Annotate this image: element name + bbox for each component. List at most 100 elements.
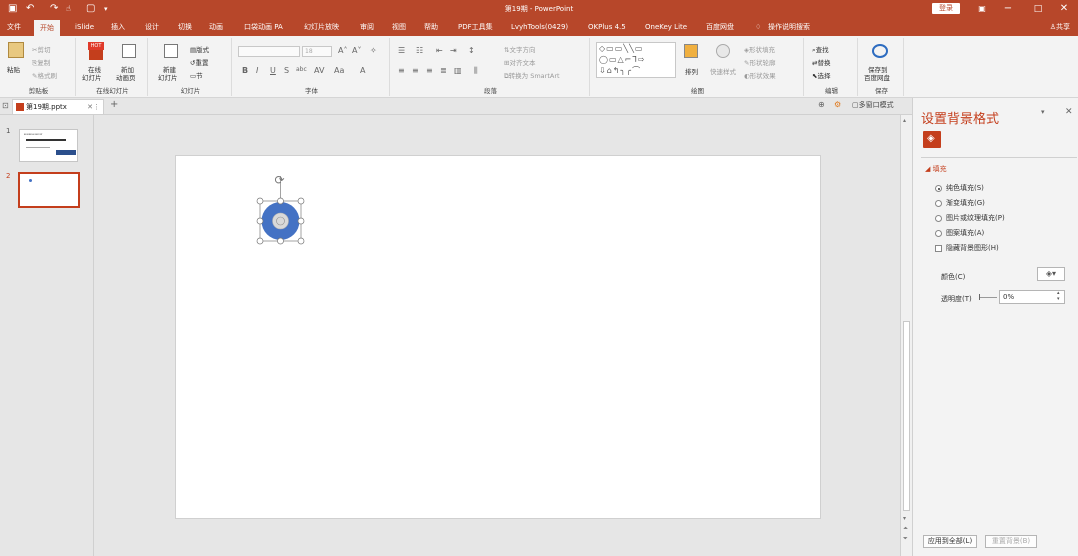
font-color-icon[interactable]: A [360, 66, 365, 75]
decrease-indent-icon[interactable]: ⇤ [436, 46, 443, 55]
tab-lvyhtools[interactable]: LvyhTools(0429) [511, 18, 568, 36]
color-picker-button[interactable]: ◈▾ [1037, 267, 1065, 281]
align-text-button[interactable]: ⊞对齐文本 [504, 57, 535, 67]
numbering-icon[interactable]: ☷ [416, 46, 423, 55]
shrink-font-icon[interactable]: A˅ [352, 46, 361, 55]
slide-thumbnail-2[interactable] [18, 172, 80, 208]
online-slide-icon[interactable] [89, 50, 103, 60]
tab-slideshow[interactable]: 幻灯片放映 [304, 18, 339, 36]
tab-help[interactable]: 帮助 [424, 18, 438, 36]
tab-pdf-tools[interactable]: PDF工具集 [458, 18, 493, 36]
layout-button[interactable]: ▤版式 [190, 44, 209, 54]
tab-islide[interactable]: iSlide [75, 18, 94, 36]
pane-options-icon[interactable]: ▾ [1041, 108, 1045, 116]
reset-button[interactable]: ↺重置 [190, 57, 208, 67]
cut-button[interactable]: ✂剪切 [32, 44, 50, 54]
justify-icon[interactable]: ≣ [440, 66, 447, 75]
char-spacing-icon[interactable]: AV [314, 66, 324, 75]
resize-handle-sw[interactable] [256, 237, 264, 245]
prev-slide-icon[interactable]: ⏶ [903, 525, 908, 533]
scroll-thumb[interactable] [903, 321, 910, 511]
text-direction-button[interactable]: ⇅文字方向 [504, 44, 535, 54]
save-to-label-2[interactable]: 百度网盘 [864, 72, 890, 82]
format-painter-button[interactable]: ✎格式刷 [32, 70, 57, 80]
tab-baidu-netdisk[interactable]: 百度网盘 [706, 18, 734, 36]
selected-shape[interactable]: ⟳ [256, 173, 305, 245]
maximize-icon[interactable]: □ [1026, 0, 1050, 18]
tab-file[interactable]: 文件 [7, 18, 21, 36]
reset-background-button[interactable]: 重置背景(B) [985, 535, 1037, 548]
tell-me-search[interactable]: 操作说明搜索 [768, 18, 810, 36]
radio-picture-fill[interactable] [935, 215, 942, 222]
align-left-icon[interactable]: ≡ [398, 66, 405, 75]
tab-review[interactable]: 审阅 [360, 18, 374, 36]
fill-category-tab[interactable]: ◈ [923, 131, 941, 148]
transparency-input[interactable]: 0% [999, 290, 1065, 304]
scroll-down-icon[interactable]: ▾ [903, 515, 906, 522]
resize-handle-w[interactable] [256, 217, 264, 225]
radio-solid-fill[interactable] [935, 185, 942, 192]
vertical-scrollbar[interactable]: ▴ ▾ ⏶ ⏷ [900, 115, 912, 556]
quick-styles-button[interactable]: 快速样式 [710, 66, 736, 76]
tab-home[interactable]: 开始 [34, 20, 60, 36]
copy-button[interactable]: ⎘复制 [32, 57, 50, 68]
section-button[interactable]: ▭节 [190, 70, 203, 80]
paste-icon[interactable] [8, 42, 24, 58]
close-icon[interactable]: ✕ [1052, 0, 1076, 18]
settings-icon[interactable]: ⚙ [834, 100, 841, 109]
transparency-slider-handle[interactable] [979, 294, 980, 300]
grow-font-icon[interactable]: A˄ [338, 46, 347, 55]
paste-button[interactable]: 粘贴 [7, 64, 20, 74]
shape-effect-button[interactable]: ◐形状效果 [744, 70, 776, 80]
resize-handle-s[interactable] [277, 237, 284, 245]
arrange-button[interactable]: 排列 [685, 66, 698, 76]
new-slide-icon[interactable] [164, 44, 178, 58]
bullets-icon[interactable]: ☰ [398, 46, 405, 55]
pane-close-icon[interactable]: ✕ [1065, 107, 1073, 117]
columns-icon[interactable]: ⫼ [474, 66, 478, 76]
scroll-up-icon[interactable]: ▴ [903, 117, 906, 124]
shadow-icon[interactable]: S [284, 66, 289, 75]
change-case-icon[interactable]: Aa [334, 66, 344, 75]
slide-thumbnail-1[interactable]: BUSINESS REPORT [19, 129, 78, 162]
slide-canvas[interactable]: ⟳ [175, 155, 821, 519]
font-size-combo[interactable]: 18 [302, 46, 332, 57]
select-button[interactable]: ⬉选择 [812, 70, 830, 80]
tab-menu-icon[interactable]: ⋮ [93, 100, 100, 114]
resize-handle-ne[interactable] [297, 197, 305, 205]
new-tab-icon[interactable]: + [110, 99, 118, 110]
document-tab[interactable]: 第19期.pptx ✕ ⋮ [12, 99, 104, 114]
replace-button[interactable]: ⇄替换 [812, 57, 830, 67]
radio-gradient-fill[interactable] [935, 200, 942, 207]
tab-design[interactable]: 设计 [145, 18, 159, 36]
next-slide-icon[interactable]: ⏷ [903, 535, 908, 543]
doc-list-icon[interactable]: ⊡ [2, 101, 9, 110]
radio-pattern-fill[interactable] [935, 230, 942, 237]
smartart-button[interactable]: ⧉转换为 SmartArt [504, 70, 560, 81]
resize-handle-n[interactable] [277, 197, 284, 205]
clear-format-icon[interactable]: ✧ [370, 46, 377, 55]
find-button[interactable]: ⌕查找 [812, 44, 829, 55]
new-animation-icon[interactable] [122, 44, 136, 58]
login-button[interactable]: 登录 [932, 3, 960, 14]
quick-styles-icon[interactable] [716, 44, 730, 58]
tab-onekey-lite[interactable]: OneKey Lite [645, 18, 687, 36]
online-slide-label-2[interactable]: 幻灯片 [82, 72, 102, 82]
tab-animations[interactable]: 动画 [209, 18, 223, 36]
zoom-icon[interactable]: ⊕ [818, 100, 825, 109]
font-name-combo[interactable] [238, 46, 300, 57]
tab-view[interactable]: 视图 [392, 18, 406, 36]
share-button[interactable]: ♙共享 [1050, 18, 1070, 36]
bold-icon[interactable]: B [242, 66, 248, 75]
new-animation-label-2[interactable]: 动画页 [116, 72, 136, 82]
underline-icon[interactable]: U [270, 66, 276, 75]
spinner-icon[interactable]: ▴ ▾ [1057, 290, 1060, 302]
transparency-slider[interactable] [979, 297, 997, 298]
line-spacing-icon[interactable]: ↕ [468, 46, 475, 55]
fill-section-header[interactable]: ◢ 填充 [925, 164, 947, 174]
distribute-icon[interactable]: ▥ [454, 66, 462, 75]
resize-handle-nw[interactable] [256, 197, 264, 205]
shape-outline-button[interactable]: ✎形状轮廓 [744, 57, 775, 67]
align-right-icon[interactable]: ≡ [426, 66, 433, 75]
align-center-icon[interactable]: ≡ [412, 66, 419, 75]
